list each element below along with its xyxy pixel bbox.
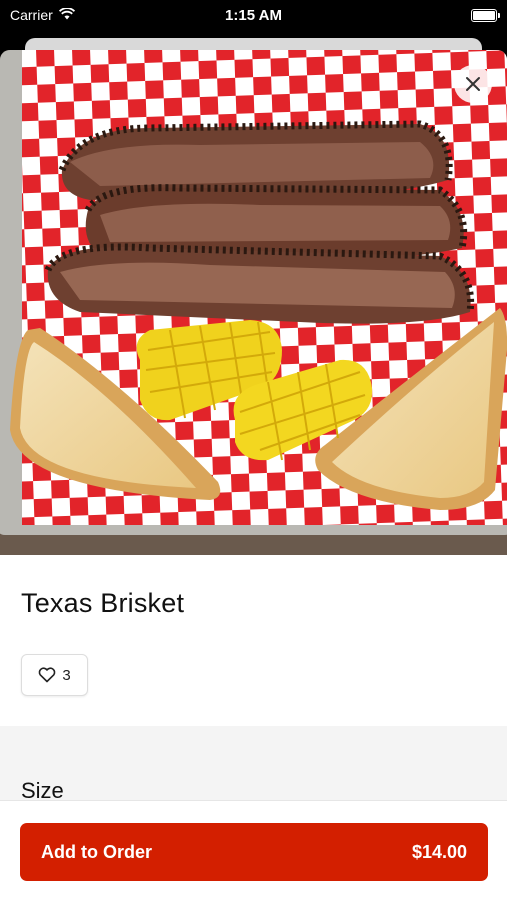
battery-icon: [471, 8, 500, 22]
like-button[interactable]: 3: [21, 654, 88, 696]
price-label: $14.00: [411, 841, 467, 862]
status-left: Carrier: [10, 7, 75, 23]
item-photo: [0, 50, 507, 555]
heart-icon: [39, 667, 56, 683]
brisket-slices: [44, 120, 475, 324]
add-to-order-button[interactable]: Add to Order $14.00: [20, 823, 488, 881]
close-button[interactable]: [454, 65, 492, 103]
item-title: Texas Brisket: [21, 588, 185, 618]
footer: Add to Order $14.00: [0, 800, 507, 900]
wifi-icon: [58, 7, 75, 23]
status-time: 1:15 AM: [225, 6, 282, 24]
carrier-label: Carrier: [10, 7, 53, 23]
status-bar: Carrier 1:15 AM: [0, 0, 507, 30]
close-icon: [466, 77, 480, 91]
item-detail-sheet: Texas Brisket 3 Size Add to Order $14.00: [0, 50, 507, 900]
add-to-order-label: Add to Order: [41, 841, 152, 862]
like-count: 3: [62, 666, 71, 684]
